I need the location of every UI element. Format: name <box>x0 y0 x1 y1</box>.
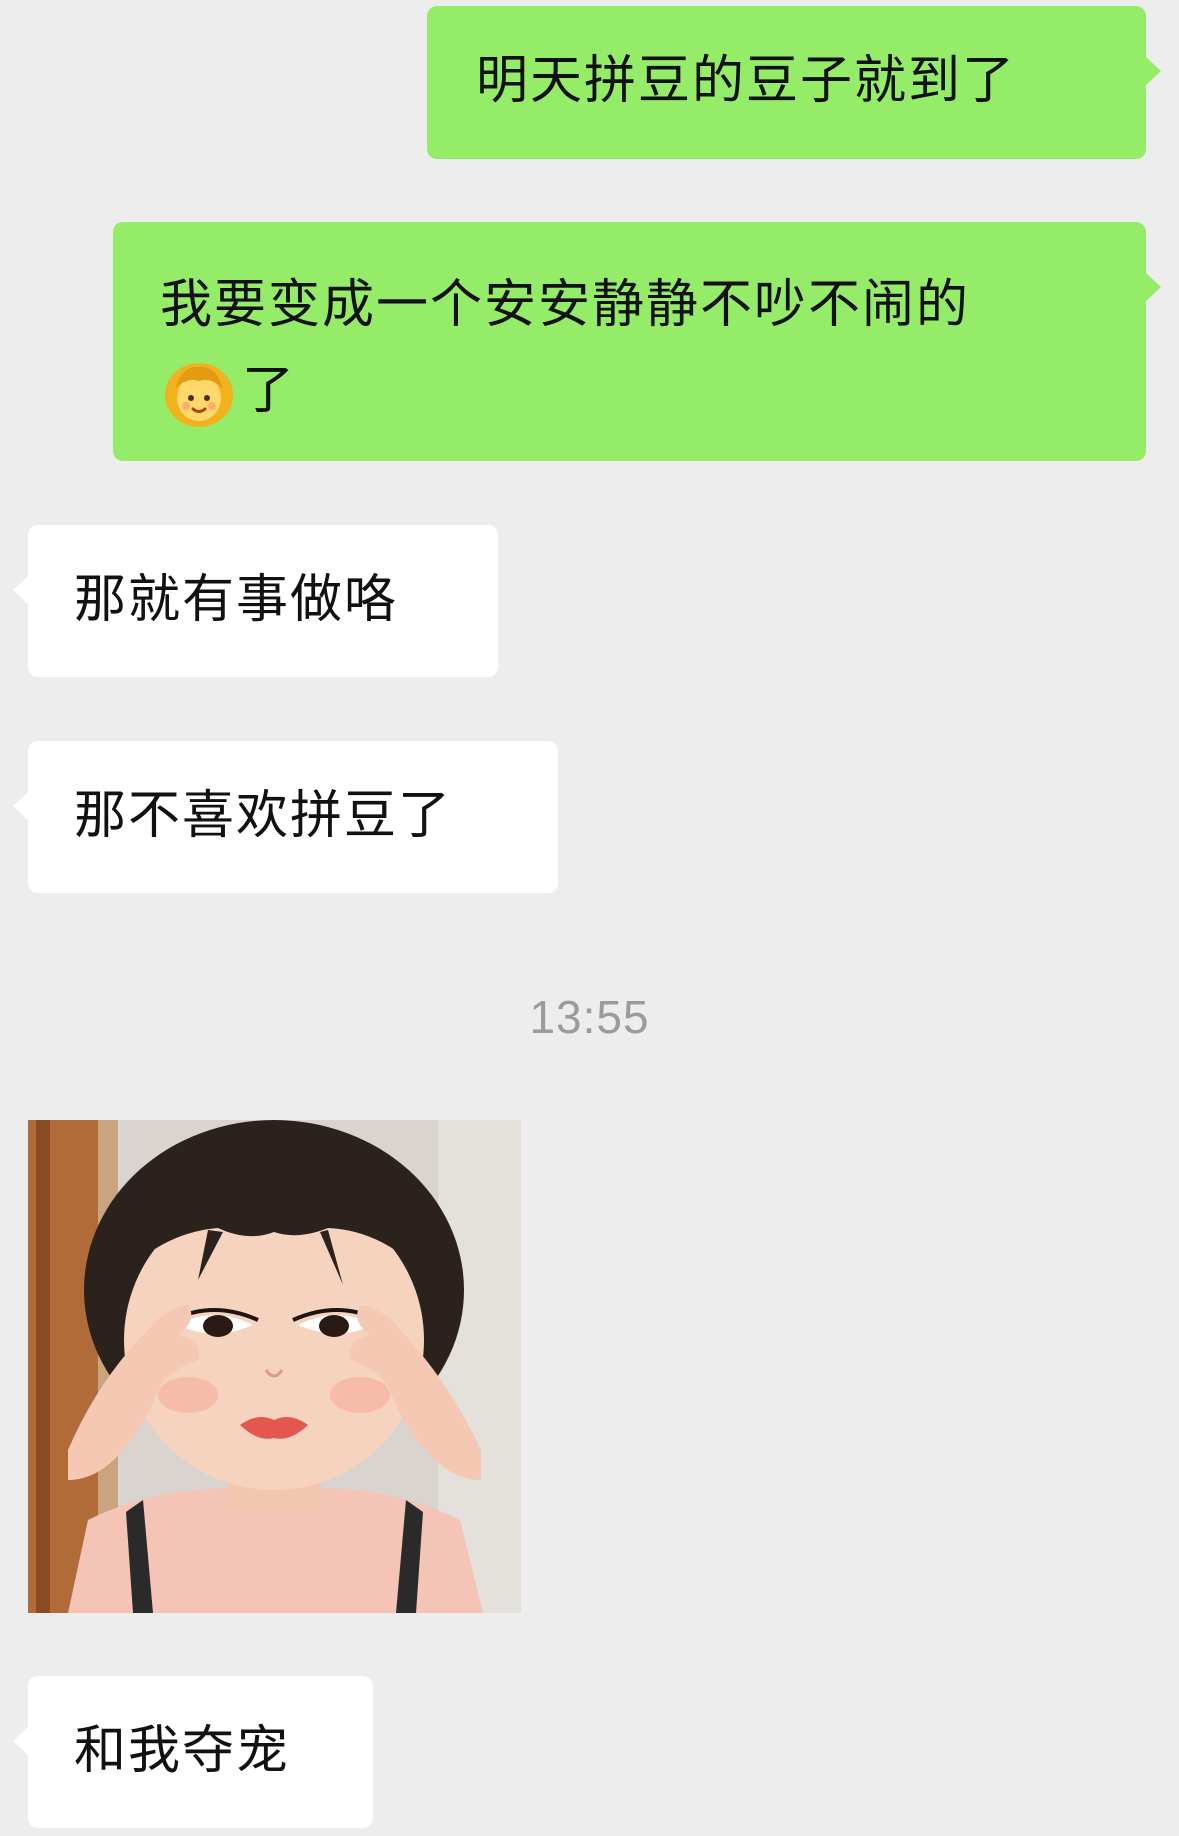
message-text: 那不喜欢拼豆了 <box>74 786 453 846</box>
message-text: 那就有事做咯 <box>74 570 399 630</box>
message-text: 和我夺宠 <box>74 1721 291 1781</box>
outgoing-message-bubble[interactable]: 我要变成一个安安静静不吵不闹的 了 <box>113 222 1161 461</box>
girl-emoji-icon <box>160 351 238 429</box>
girl-pulling-eyes-sticker[interactable] <box>28 1120 521 1613</box>
message-text-line: 了 <box>160 348 1106 434</box>
message-text-line: 我要变成一个安安静静不吵不闹的 <box>160 275 971 335</box>
incoming-message-bubble[interactable]: 那就有事做咯 <box>13 525 498 677</box>
message-text: 明天拼豆的豆子就到了 <box>476 51 1017 111</box>
chat-timestamp: 13:55 <box>529 991 650 1043</box>
incoming-message-bubble[interactable]: 和我夺宠 <box>13 1676 373 1828</box>
outgoing-message-bubble[interactable]: 明天拼豆的豆子就到了 <box>427 6 1161 159</box>
incoming-message-bubble[interactable]: 那不喜欢拼豆了 <box>13 741 558 893</box>
